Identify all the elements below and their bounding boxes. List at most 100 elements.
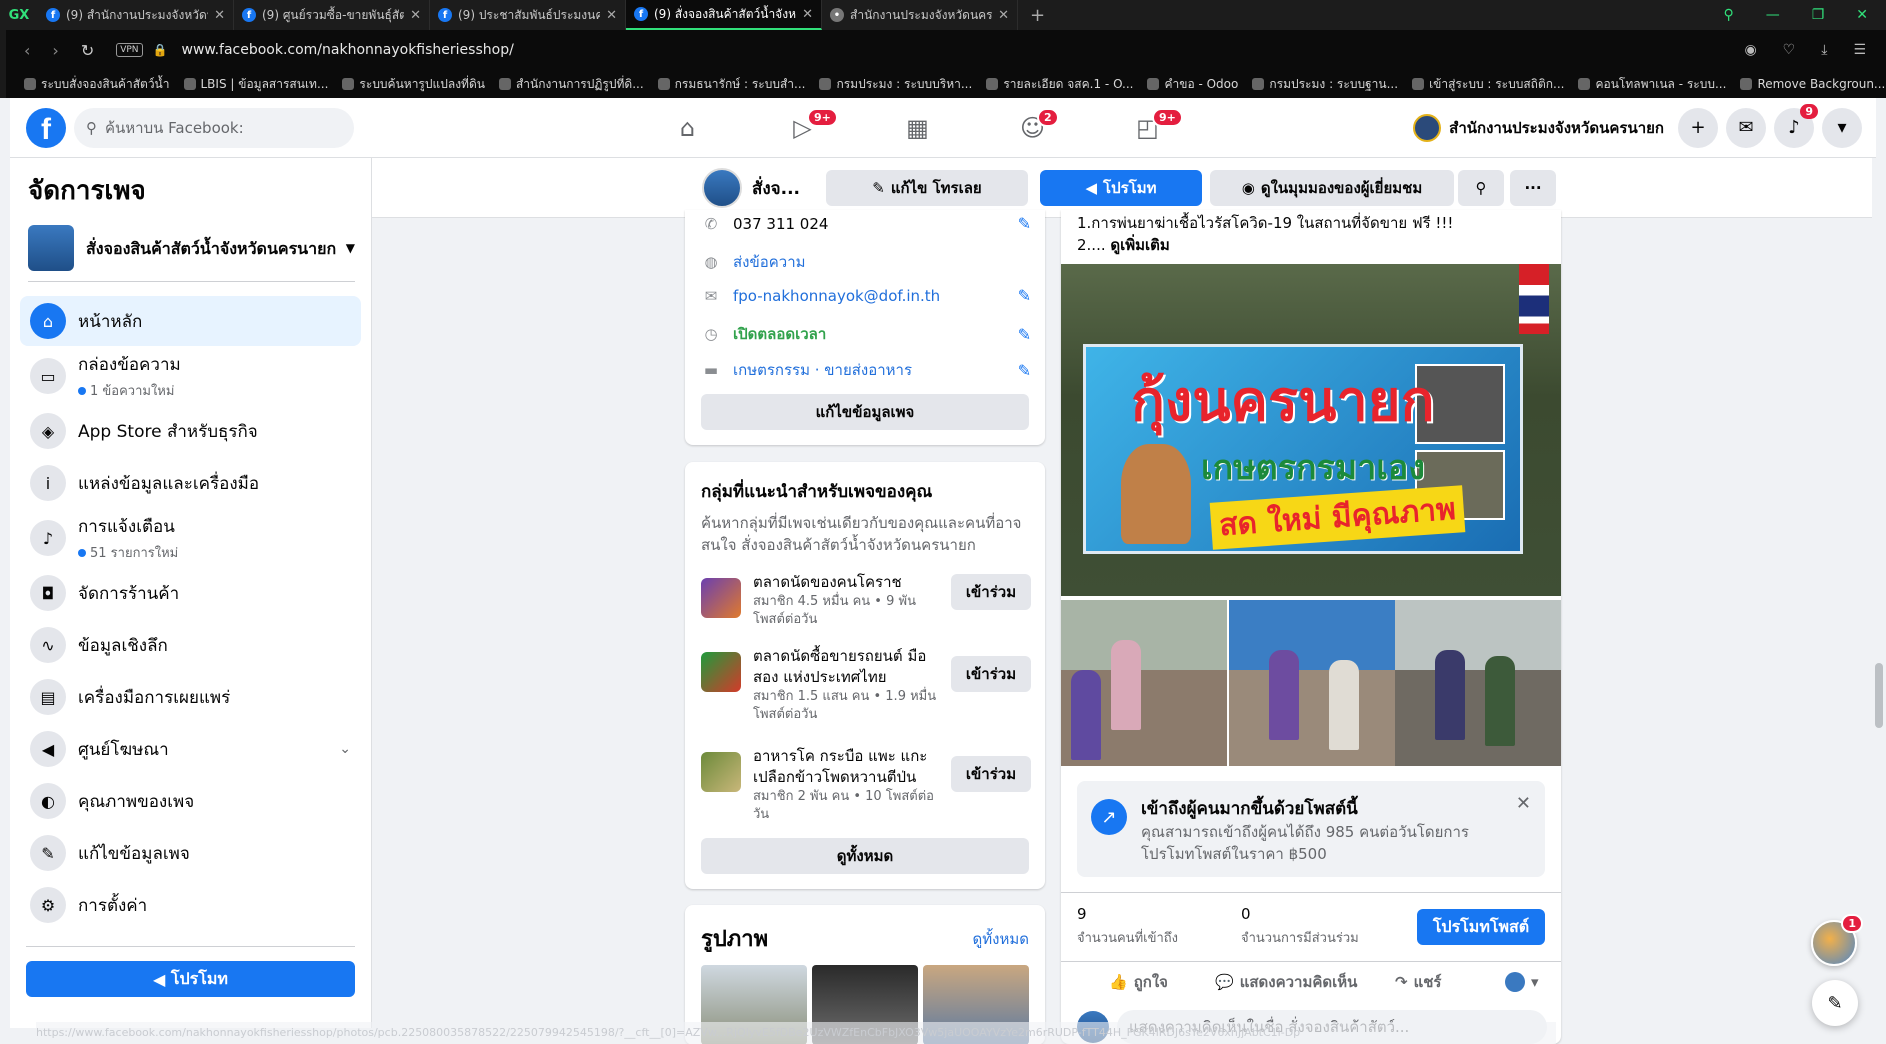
watch-nav-icon[interactable]: ▷ 9+ — [745, 100, 860, 156]
post-photo-thumbnail[interactable] — [1229, 600, 1395, 766]
boost-post-button[interactable]: โปรโมทโพสต์ — [1417, 909, 1545, 945]
email-link[interactable]: fpo-nakhonnayok@dof.in.th — [733, 287, 940, 305]
edit-pencil-icon[interactable]: ✎ — [1018, 286, 1031, 305]
group-item[interactable]: อาหารโค กระบือ แพะ แกะ เปลือกข้าวโพดหวาน… — [701, 746, 1031, 824]
browser-tab[interactable]: f (9) สำนักงานประมงจังหวัดนครนายก ✕ — [38, 0, 234, 30]
create-button[interactable]: + — [1678, 107, 1718, 148]
promote-button[interactable]: ◀ โปรโมท — [1040, 170, 1202, 206]
sidebar-item-page-quality[interactable]: ◐ คุณภาพของเพจ — [20, 776, 361, 826]
chat-head-avatar[interactable]: 1 — [1811, 914, 1863, 966]
back-icon[interactable]: ‹ — [24, 41, 30, 60]
view-as-visitor-button[interactable]: ◉ ดูในมุมมองของผู้เยี่ยมชม — [1210, 170, 1454, 206]
bookmark[interactable]: กรมธนารักษ์ : ระบบสำ... — [657, 75, 805, 94]
sidebar-item-app-store[interactable]: ◈ App Store สำหรับธุรกิจ — [20, 406, 361, 456]
bookmark[interactable]: คำขอ - Odoo — [1147, 75, 1238, 94]
heart-icon[interactable]: ♡ — [1783, 42, 1796, 58]
browser-tab[interactable]: • สำนักงานประมงจังหวัดนครนายก ✕ — [822, 0, 1018, 30]
page-scrollbar[interactable] — [1872, 158, 1886, 1044]
maximize-icon[interactable]: ❐ — [1812, 7, 1825, 23]
marketplace-nav-icon[interactable]: ▦ — [860, 100, 975, 156]
close-tab-icon[interactable]: ✕ — [802, 7, 813, 22]
share-button[interactable]: ↷ แชร์ — [1395, 970, 1441, 994]
see-all-photos-link[interactable]: ดูทั้งหมด — [973, 927, 1029, 951]
sidebar-item-notifications[interactable]: ♪ การแจ้งเตือน 51 รายการใหม่ — [20, 510, 361, 566]
bookmark[interactable]: รายละเอียด จสค.1 - O... — [986, 75, 1133, 94]
gaming-nav-icon[interactable]: ◰ 9+ — [1090, 100, 1205, 156]
reload-icon[interactable]: ↻ — [81, 41, 94, 60]
bookmark[interactable]: กรมประมง : ระบบบริหา... — [819, 75, 972, 94]
sidebar-item-insights[interactable]: ∿ ข้อมูลเชิงลึก — [20, 620, 361, 670]
bookmark[interactable]: ระบบค้นหารูปแปลงที่ดิน — [342, 75, 485, 94]
comment-button[interactable]: 💬 แสดงความคิดเห็น — [1215, 970, 1357, 994]
sidebar-item-publishing-tools[interactable]: ▤ เครื่องมือการเผยแพร่ — [20, 672, 361, 722]
bookmark[interactable]: LBIS | ข้อมูลสารสนเท... — [183, 75, 328, 94]
new-tab-button[interactable]: + — [1018, 5, 1057, 26]
see-all-groups-button[interactable]: ดูทั้งหมด — [701, 838, 1029, 874]
browser-tab-active[interactable]: f (9) สั่งจองสินค้าสัตว์น้ำจังหวัดนครนายก… — [626, 0, 822, 30]
sidebar-item-edit-page-info[interactable]: ✎ แก้ไขข้อมูลเพจ — [20, 828, 361, 878]
messenger-icon[interactable]: ✉ — [1726, 107, 1766, 148]
bookmark[interactable]: Remove Backgroun... — [1740, 77, 1885, 91]
edit-page-info-button[interactable]: แก้ไขข้อมูลเพจ — [701, 394, 1029, 430]
join-group-button[interactable]: เข้าร่วม — [951, 574, 1031, 610]
profile-page-chip[interactable]: สำนักงานประมงจังหวัดนครนายก — [1413, 113, 1664, 142]
notifications-icon[interactable]: ♪ 9 — [1774, 103, 1818, 148]
join-group-button[interactable]: เข้าร่วม — [951, 656, 1031, 692]
close-icon[interactable]: ✕ — [1516, 793, 1531, 814]
sidebar-item-ad-center[interactable]: ◀ ศูนย์โฆษณา ⌄ — [20, 724, 361, 774]
close-tab-icon[interactable]: ✕ — [410, 8, 421, 23]
sidebar-item-settings[interactable]: ⚙ การตั้งค่า — [20, 880, 361, 930]
close-tab-icon[interactable]: ✕ — [998, 8, 1009, 23]
see-more-link[interactable]: ดูเพิ่มเติม — [1110, 236, 1169, 254]
sidebar-item-inbox[interactable]: ▭ กล่องข้อความ 1 ข้อความใหม่ — [20, 348, 361, 404]
post-photo-thumbnail[interactable] — [1061, 600, 1227, 766]
group-item[interactable]: ตลาดนัดของคนโคราช สมาชิก 4.5 หมื่น คน • 9… — [701, 572, 1031, 629]
close-tab-icon[interactable]: ✕ — [214, 8, 225, 23]
bookmark[interactable]: เข้าสู่ระบบ : ระบบสถิติก... — [1412, 75, 1564, 94]
download-icon[interactable]: ⤓ — [1821, 42, 1827, 58]
minimize-icon[interactable]: — — [1766, 7, 1780, 23]
page-switcher[interactable]: สั่งจองสินค้าสัตว์น้ำจังหวัดนครนายก ▼ — [28, 221, 355, 282]
url-field[interactable]: www.facebook.com/nakhonnayokfisheriessho… — [182, 42, 514, 58]
menu-icon[interactable]: ☰ — [1853, 42, 1866, 58]
browser-tab[interactable]: f (9) ศูนย์รวมซื้อ-ขายพันธุ์สัตว์น้ำ ✕ — [234, 0, 430, 30]
facebook-logo[interactable]: f — [26, 107, 66, 148]
new-message-compose-icon[interactable]: ✎ — [1812, 980, 1858, 1026]
chevron-down-icon[interactable]: ⌄ — [339, 741, 351, 757]
edit-pencil-icon[interactable]: ✎ — [1018, 361, 1031, 380]
camera-icon[interactable]: ◉ — [1744, 42, 1756, 58]
facebook-search[interactable]: ⚲ ค้นหาบน Facebook: — [74, 107, 354, 148]
page-search-button[interactable]: ⚲ — [1458, 170, 1504, 206]
browser-tab[interactable]: f (9) ประชาสัมพันธ์ประมงนครนายก ✕ — [430, 0, 626, 30]
send-message-link[interactable]: ส่งข้อความ — [733, 250, 806, 274]
post-photo-thumbnail[interactable] — [1395, 600, 1561, 766]
post-as-selector[interactable]: ▾ — [1505, 972, 1539, 992]
like-button[interactable]: 👍 ถูกใจ — [1109, 970, 1168, 994]
edit-call-button[interactable]: ✎ แก้ไข โทรเลย — [826, 170, 1028, 206]
sidebar-promote-button[interactable]: ◀ โปรโมท — [26, 961, 355, 997]
group-item[interactable]: ตลาดนัดซื้อขายรถยนต์ มือสอง แห่งประเทศไท… — [701, 646, 1031, 724]
browser-search-icon[interactable]: ⚲ — [1723, 7, 1733, 23]
account-menu-chevron-icon[interactable]: ▾ — [1822, 107, 1862, 148]
lock-icon[interactable]: 🔒 — [153, 43, 168, 57]
post-main-photo[interactable]: กุ้งนครนายก เกษตรกรมาเอง สด ใหม่ มีคุณภา… — [1061, 264, 1561, 596]
gx-corner-icon[interactable]: GX — [0, 0, 38, 30]
vpn-badge[interactable]: VPN — [116, 43, 143, 57]
category-link[interactable]: เกษตรกรรม · ขายส่งอาหาร — [733, 358, 912, 382]
action-bar-page[interactable]: สั่งจ... — [702, 168, 800, 208]
home-nav-icon[interactable]: ⌂ — [630, 100, 745, 156]
forward-icon[interactable]: › — [52, 41, 58, 60]
edit-pencil-icon[interactable]: ✎ — [1018, 325, 1031, 344]
sidebar-item-shop[interactable]: ◘ จัดการร้านค้า — [20, 568, 361, 618]
close-window-icon[interactable]: ✕ — [1856, 7, 1868, 23]
groups-nav-icon[interactable]: ☺ 2 — [975, 100, 1090, 156]
sidebar-item-resources[interactable]: i แหล่งข้อมูลและเครื่องมือ — [20, 458, 361, 508]
close-tab-icon[interactable]: ✕ — [606, 8, 617, 23]
bookmark[interactable]: สำนักงานการปฏิรูปที่ดิ... — [498, 75, 644, 94]
bookmark[interactable]: กรมประมง : ระบบฐาน... — [1252, 75, 1398, 94]
bookmark[interactable]: คอนโทลพาเนล - ระบบ... — [1578, 75, 1726, 94]
bookmark[interactable]: ระบบสั่งจองสินค้าสัตว์น้ำ — [24, 75, 170, 94]
scroll-thumb[interactable] — [1875, 663, 1883, 728]
edit-pencil-icon[interactable]: ✎ — [1018, 214, 1031, 233]
sidebar-item-home[interactable]: ⌂ หน้าหลัก — [20, 296, 361, 346]
